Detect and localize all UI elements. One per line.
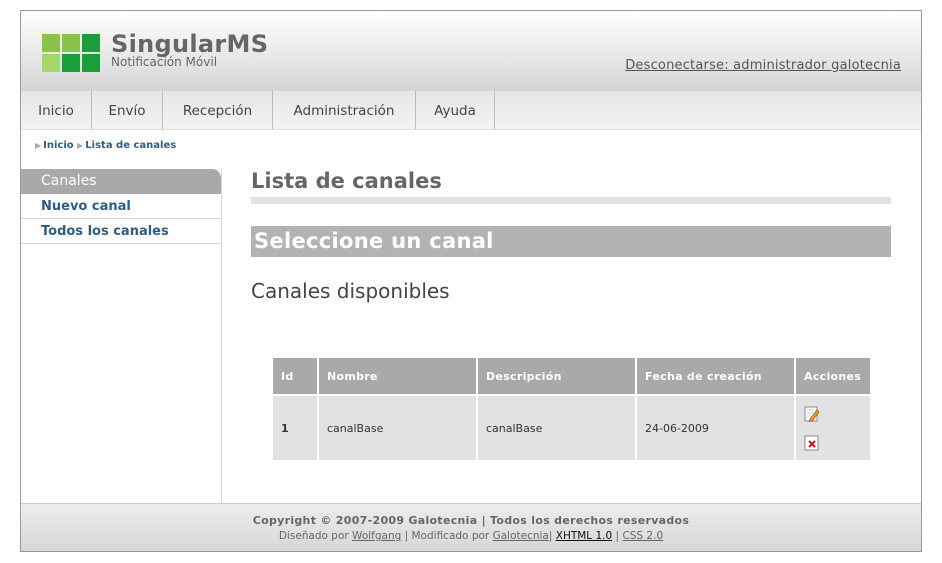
header: SingularMS Notificación Móvil Desconecta…: [21, 11, 921, 91]
table-header-row: Id Nombre Descripción Fecha de creación …: [273, 358, 870, 394]
footer-modified-prefix: | Modificado por: [404, 530, 490, 542]
column-header-fecha: Fecha de creación: [637, 358, 794, 394]
brand: SingularMS Notificación Móvil: [111, 31, 268, 68]
sidebar: Canales Nuevo canal Todos los canales: [21, 169, 222, 505]
column-header-id: Id: [273, 358, 317, 394]
breadcrumb-item-current[interactable]: Lista de canales: [85, 140, 176, 151]
arrow-right-icon: ▶: [77, 141, 84, 150]
table-row: 1 canalBase canalBase 24-06-2009: [273, 396, 870, 460]
footer-separator: |: [548, 530, 553, 542]
section-subtitle: Canales disponibles: [251, 279, 450, 303]
arrow-right-icon: ▶: [35, 141, 42, 150]
logo-square: [62, 34, 80, 52]
footer: Copyright © 2007-2009 Galotecnia | Todos…: [21, 503, 921, 551]
page-frame: SingularMS Notificación Móvil Desconecta…: [20, 10, 922, 552]
logo-square: [42, 34, 60, 52]
tab-ayuda[interactable]: Ayuda: [416, 91, 495, 129]
app-name: SingularMS: [111, 30, 269, 58]
sidebar-item-todos-canales[interactable]: Todos los canales: [21, 220, 221, 244]
footer-separator: |: [615, 530, 620, 542]
logo: [42, 34, 100, 72]
xhtml-link[interactable]: XHTML 1.0: [556, 530, 612, 542]
cell-id: 1: [273, 396, 317, 460]
logo-square: [82, 34, 100, 52]
logo-square: [62, 54, 80, 72]
footer-designed-prefix: Diseñado por: [278, 530, 349, 542]
column-header-descripcion: Descripción: [478, 358, 635, 394]
tab-recepcion[interactable]: Recepción: [163, 91, 273, 129]
cell-descripcion: canalBase: [478, 396, 635, 460]
sidebar-item-nuevo-canal[interactable]: Nuevo canal: [21, 195, 221, 219]
column-header-acciones: Acciones: [796, 358, 870, 394]
modifier-link[interactable]: Galotecnia: [493, 530, 549, 542]
css-link[interactable]: CSS 2.0: [622, 530, 663, 542]
cell-fecha: 24-06-2009: [637, 396, 794, 460]
main-nav: Inicio Envío Recepción Administración Ay…: [21, 91, 921, 130]
breadcrumb-item-inicio[interactable]: Inicio: [43, 140, 74, 151]
cell-nombre: canalBase: [319, 396, 476, 460]
delete-icon[interactable]: [804, 435, 820, 451]
logout-link[interactable]: Desconectarse: administrador galotecnia: [625, 58, 901, 73]
tab-administracion[interactable]: Administración: [273, 91, 416, 129]
cell-acciones: [796, 396, 870, 460]
footer-copyright: Copyright © 2007-2009 Galotecnia | Todos…: [252, 514, 690, 527]
column-header-nombre: Nombre: [319, 358, 476, 394]
page-title: Lista de canales: [251, 169, 442, 193]
title-divider: [251, 197, 891, 204]
footer-credits: Diseñado por Wolfgang | Modificado por G…: [21, 530, 921, 542]
sidebar-heading: Canales: [21, 169, 221, 194]
breadcrumb: ▶ Inicio ▶ Lista de canales: [35, 140, 176, 151]
designer-link[interactable]: Wolfgang: [352, 530, 401, 542]
edit-icon[interactable]: [804, 406, 820, 422]
logo-square: [42, 54, 60, 72]
logo-square: [82, 54, 100, 72]
tab-inicio[interactable]: Inicio: [21, 91, 92, 129]
section-band: Seleccione un canal: [251, 226, 891, 257]
channels-table: Id Nombre Descripción Fecha de creación …: [271, 356, 872, 462]
tab-envio[interactable]: Envío: [92, 91, 163, 129]
